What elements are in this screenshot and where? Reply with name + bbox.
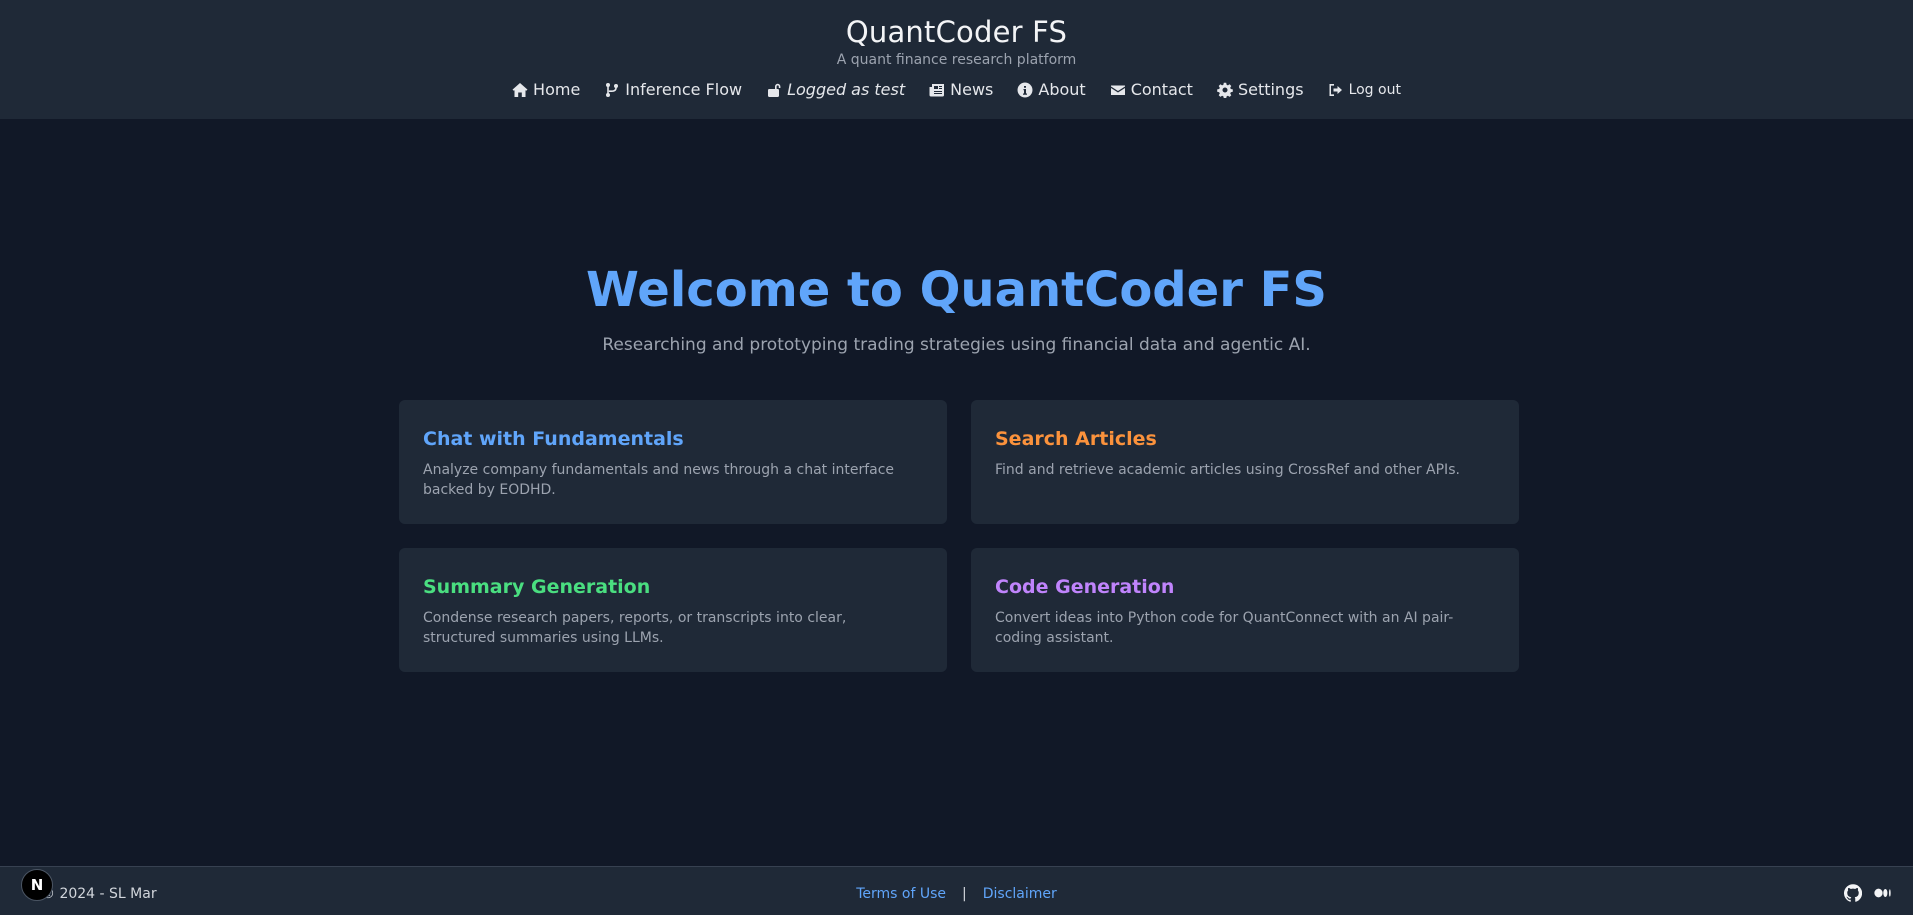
nav-contact[interactable]: Contact bbox=[1110, 80, 1193, 99]
main-nav: Home Inference Flow Logged as test News … bbox=[0, 80, 1913, 99]
card-title: Summary Generation bbox=[423, 576, 651, 598]
nav-about[interactable]: About bbox=[1017, 80, 1086, 99]
nav-logged-as[interactable]: Logged as test bbox=[766, 80, 905, 99]
hero-subtitle: Researching and prototyping trading stra… bbox=[602, 335, 1311, 355]
site-header: QuantCoder FS A quant finance research p… bbox=[0, 0, 1913, 119]
card-description: Find and retrieve academic articles usin… bbox=[995, 462, 1460, 478]
footer-links: Terms of Use | Disclaimer bbox=[0, 886, 1913, 902]
git-branch-icon bbox=[604, 82, 620, 98]
nextjs-badge[interactable]: N bbox=[21, 869, 53, 901]
nav-news[interactable]: News bbox=[929, 80, 993, 99]
nav-logout-label: Log out bbox=[1348, 81, 1401, 98]
nav-settings[interactable]: Settings bbox=[1217, 80, 1304, 99]
nav-logged-as-label: Logged as test bbox=[787, 80, 906, 99]
card-description: Convert ideas into Python code for Quant… bbox=[995, 610, 1454, 646]
envelope-icon bbox=[1110, 82, 1126, 98]
nav-logout[interactable]: Log out bbox=[1328, 82, 1401, 98]
card-chat-fundamentals[interactable]: Chat with Fundamentals Analyze company f… bbox=[399, 400, 947, 524]
site-subtitle: A quant finance research platform bbox=[836, 52, 1077, 68]
newspaper-icon bbox=[929, 82, 945, 98]
nav-news-label: News bbox=[950, 80, 994, 99]
nav-inference-flow-label: Inference Flow bbox=[625, 80, 743, 99]
disclaimer-link[interactable]: Disclaimer bbox=[983, 886, 1057, 902]
card-description: Analyze company fundamentals and news th… bbox=[423, 462, 895, 498]
card-search-articles[interactable]: Search Articles Find and retrieve academ… bbox=[971, 400, 1519, 524]
footer-social bbox=[1844, 884, 1892, 902]
card-title: Search Articles bbox=[995, 428, 1157, 450]
sign-out-icon bbox=[1328, 82, 1344, 98]
github-icon[interactable] bbox=[1844, 884, 1862, 902]
medium-icon[interactable] bbox=[1874, 884, 1892, 902]
nav-contact-label: Contact bbox=[1130, 80, 1193, 99]
gear-icon bbox=[1217, 82, 1233, 98]
site-title: QuantCoder FS bbox=[845, 15, 1068, 49]
nav-home[interactable]: Home bbox=[512, 80, 580, 99]
card-title: Chat with Fundamentals bbox=[423, 428, 684, 450]
nav-home-label: Home bbox=[533, 80, 581, 99]
nav-about-label: About bbox=[1038, 80, 1086, 99]
card-code-generation[interactable]: Code Generation Convert ideas into Pytho… bbox=[971, 548, 1519, 672]
nav-inference-flow[interactable]: Inference Flow bbox=[604, 80, 742, 99]
hero-title: Welcome to QuantCoder FS bbox=[586, 262, 1327, 318]
nav-settings-label: Settings bbox=[1237, 80, 1304, 99]
card-title: Code Generation bbox=[995, 576, 1175, 598]
info-icon bbox=[1017, 82, 1033, 98]
card-description: Condense research papers, reports, or tr… bbox=[423, 610, 847, 646]
card-summary-generation[interactable]: Summary Generation Condense research pap… bbox=[399, 548, 947, 672]
terms-link[interactable]: Terms of Use bbox=[856, 886, 946, 902]
site-footer: © 2024 - SL Mar Terms of Use | Disclaime… bbox=[0, 866, 1913, 915]
unlock-icon bbox=[766, 82, 782, 98]
footer-separator: | bbox=[962, 886, 967, 902]
home-icon bbox=[512, 82, 528, 98]
